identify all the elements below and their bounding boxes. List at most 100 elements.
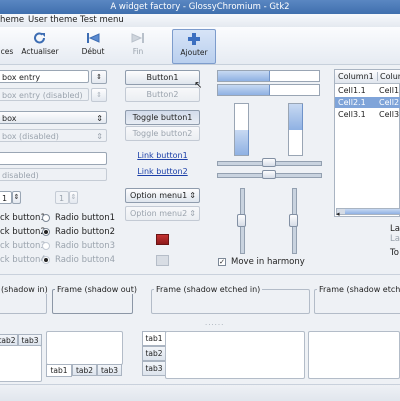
- toolbar-item-label: ces: [0, 47, 14, 56]
- notebook-2-tab-3[interactable]: tab3: [97, 364, 122, 376]
- progress-bar-1-fill: [218, 71, 270, 81]
- go-last-icon: [131, 33, 144, 43]
- spin-disabled-value: 1: [59, 194, 65, 203]
- combo-entry-toggle[interactable]: ⇕: [91, 70, 107, 84]
- check-label: ck button4: [0, 255, 46, 265]
- check-label: ck button2: [0, 227, 46, 237]
- pane-handle[interactable]: ······: [205, 321, 224, 329]
- button-2-label: Button2: [146, 90, 179, 99]
- menu-bar: heme User theme Test menu: [0, 14, 400, 27]
- frame-shadow-etched-out: Frame (shadow etche: [314, 285, 400, 314]
- add-button[interactable]: Ajouter: [172, 29, 216, 64]
- toolbar-item-label: Début: [81, 47, 105, 56]
- updown-icon: ⇕: [96, 73, 102, 81]
- harmony-checkbox[interactable]: ✓: [218, 258, 226, 266]
- toolbar-item-label: Actualiser: [21, 47, 59, 56]
- notebook-3: [165, 331, 305, 379]
- updown-icon: ⇕: [96, 114, 103, 123]
- refresh-button[interactable]: Actualiser: [20, 29, 60, 62]
- combo-entry-value: box entry: [2, 73, 41, 82]
- window-title-bar: A widget factory - GlossyChromium - Gtk2: [0, 0, 400, 14]
- combo-entry-field[interactable]: box entry: [0, 70, 89, 83]
- radio-button-1[interactable]: [42, 214, 50, 222]
- last-button[interactable]: Fin: [126, 29, 150, 62]
- combo-entry-disabled-value: box entry (disabled): [2, 91, 83, 100]
- frame-shadow-out: Frame (shadow out): [52, 285, 140, 314]
- first-button[interactable]: Début: [80, 29, 106, 62]
- status-area: [0, 384, 400, 401]
- tree-cell-1-2[interactable]: Cell1: [379, 86, 399, 95]
- combo-entry-disabled-toggle: ⇕: [91, 88, 107, 102]
- right-label-2: La: [390, 234, 400, 244]
- radio-button-4: [42, 256, 50, 264]
- radio-label-3: Radio button3: [55, 241, 116, 251]
- notebook-1-tab-2[interactable]: tab2: [0, 334, 18, 346]
- combo-box[interactable]: box ⇕: [0, 111, 107, 124]
- check-mark-icon: ✓: [219, 258, 225, 266]
- color-swatch[interactable]: [156, 234, 169, 245]
- vertical-progress-1-fill: [235, 129, 249, 155]
- option-menu-1[interactable]: Option menu1 ⇕: [125, 188, 200, 203]
- text-entry-disabled: disabled): [0, 168, 107, 181]
- hscale-1-thumb[interactable]: [261, 158, 276, 167]
- spin-button[interactable]: 1: [0, 191, 12, 204]
- notebook-1: [0, 345, 42, 382]
- toggle-button-1-label: Toggle button1: [132, 113, 193, 122]
- tree-view[interactable]: Column1 Column Cell1.1 Cell1 Cell2.1 Cel…: [334, 69, 400, 217]
- vscale-1-thumb[interactable]: [237, 213, 246, 227]
- tab-label: tab3: [145, 364, 163, 373]
- go-first-icon: [87, 33, 100, 43]
- combo-box-value: box: [2, 114, 17, 123]
- frame-label: Frame (shadow etche: [317, 285, 400, 294]
- tree-column-2-header[interactable]: Column: [377, 72, 400, 81]
- tree-cell-1-1[interactable]: Cell1.1: [338, 86, 366, 95]
- notebook-2-tab-1[interactable]: tab1: [46, 364, 72, 377]
- right-label-1: La: [390, 224, 400, 234]
- spin-arrows[interactable]: ⇕: [12, 191, 21, 204]
- tree-cell-2-1[interactable]: Cell2.1: [338, 98, 366, 107]
- tree-hscrollbar[interactable]: [336, 208, 400, 215]
- tree-cell-3-1[interactable]: Cell3.1: [338, 110, 366, 119]
- tree-hscroll-thumb[interactable]: [345, 209, 400, 214]
- radio-label-4: Radio button4: [55, 255, 116, 265]
- toggle-button-2: Toggle button2: [125, 126, 200, 141]
- scroll-left-icon[interactable]: ◂: [336, 210, 340, 218]
- notebook-3-tab-2[interactable]: tab2: [142, 346, 166, 361]
- tab-label: tab3: [21, 336, 39, 345]
- right-label-3: To: [390, 248, 399, 258]
- notebook-3-tab-3[interactable]: tab3: [142, 361, 166, 376]
- menu-test-menu[interactable]: Test menu: [80, 14, 124, 27]
- check-button-2[interactable]: ck button2: [0, 227, 46, 237]
- frame-shadow-etched-in: Frame (shadow etched in): [151, 285, 310, 314]
- link-button-1[interactable]: Link button1: [125, 151, 200, 160]
- link-button-2[interactable]: Link button2: [125, 167, 200, 176]
- check-button-1[interactable]: ck button1: [0, 213, 46, 223]
- tree-column-1-header[interactable]: Column1: [338, 72, 374, 81]
- check-button-4: ck button4: [0, 255, 46, 265]
- combo-box-disabled-value: box (disabled): [2, 132, 59, 141]
- vertical-progress-1: [234, 103, 249, 156]
- toolbar-item-label: Ajouter: [180, 48, 208, 57]
- tree-cell-3-2[interactable]: Cell3: [379, 110, 399, 119]
- toggle-button-1[interactable]: Toggle button1: [125, 110, 200, 125]
- button-1[interactable]: Button1: [125, 70, 200, 85]
- menu-user-theme[interactable]: User theme: [28, 14, 78, 27]
- check-button-3: ck button3: [0, 241, 46, 251]
- vscale-2-thumb[interactable]: [289, 213, 298, 227]
- notebook-2-tab-2[interactable]: tab2: [72, 364, 97, 376]
- combo-box-disabled: box (disabled) ⇕: [0, 129, 107, 142]
- hscale-2-thumb[interactable]: [261, 170, 276, 179]
- tab-label: tab3: [100, 366, 119, 375]
- radio-button-2[interactable]: [42, 228, 50, 236]
- refresh-icon: [34, 32, 45, 44]
- tab-label: tab1: [145, 334, 163, 343]
- notebook-1-tab-3[interactable]: tab3: [18, 334, 42, 346]
- progress-bar-1: [217, 70, 320, 82]
- text-entry[interactable]: [0, 152, 107, 165]
- progress-bar-2-fill: [218, 85, 270, 95]
- tree-cell-2-2[interactable]: Cell2: [379, 98, 399, 107]
- toolbar-prefs-button[interactable]: ces: [0, 29, 18, 62]
- menu-theme[interactable]: heme: [0, 14, 24, 27]
- tab-label: tab2: [75, 366, 94, 375]
- notebook-3-tab-1[interactable]: tab1: [142, 331, 166, 346]
